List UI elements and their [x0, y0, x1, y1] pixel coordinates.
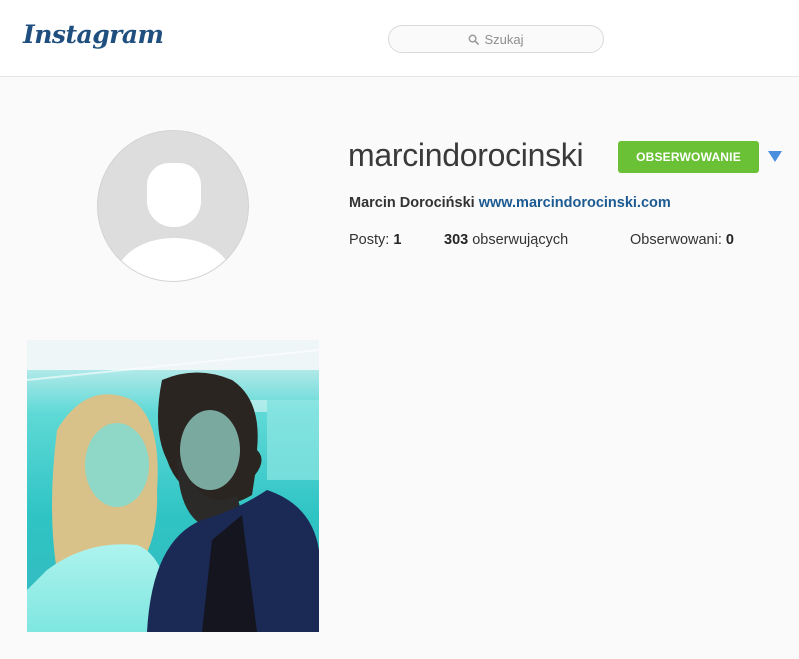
stat-following-count: 0: [725, 232, 734, 248]
stat-posts-count: 1: [393, 232, 402, 248]
top-bar: Instagram Szukaj: [0, 0, 799, 77]
profile-bio: Marcin Dorociński www.marcindorocinski.c…: [349, 195, 671, 211]
profile-website-link[interactable]: www.marcindorocinski.com: [479, 195, 671, 211]
post-photo: [27, 340, 319, 632]
stat-followers[interactable]: 303 obserwujących: [444, 232, 568, 248]
avatar-body-shape: [116, 238, 232, 281]
stat-followers-label: obserwujących: [472, 232, 569, 248]
stat-followers-count: 303: [444, 232, 469, 248]
search-placeholder: Szukaj: [484, 31, 524, 47]
avatar: [97, 130, 249, 282]
post-thumbnail[interactable]: [27, 340, 319, 632]
stat-following-label: Obserwowani:: [630, 232, 722, 248]
profile-username: marcindorocinski: [348, 137, 584, 173]
stat-following[interactable]: Obserwowani: 0: [630, 232, 734, 248]
search-icon: [469, 34, 480, 45]
stat-posts: Posty: 1: [349, 232, 401, 248]
triangle-down-icon[interactable]: [768, 151, 782, 162]
stat-posts-label: Posty:: [349, 232, 390, 248]
search-input[interactable]: Szukaj: [388, 25, 604, 53]
profile-full-name: Marcin Dorociński: [349, 195, 475, 211]
following-button[interactable]: OBSERWOWANIE: [618, 141, 759, 173]
instagram-logo[interactable]: Instagram: [23, 20, 164, 49]
avatar-head-shape: [147, 163, 201, 227]
